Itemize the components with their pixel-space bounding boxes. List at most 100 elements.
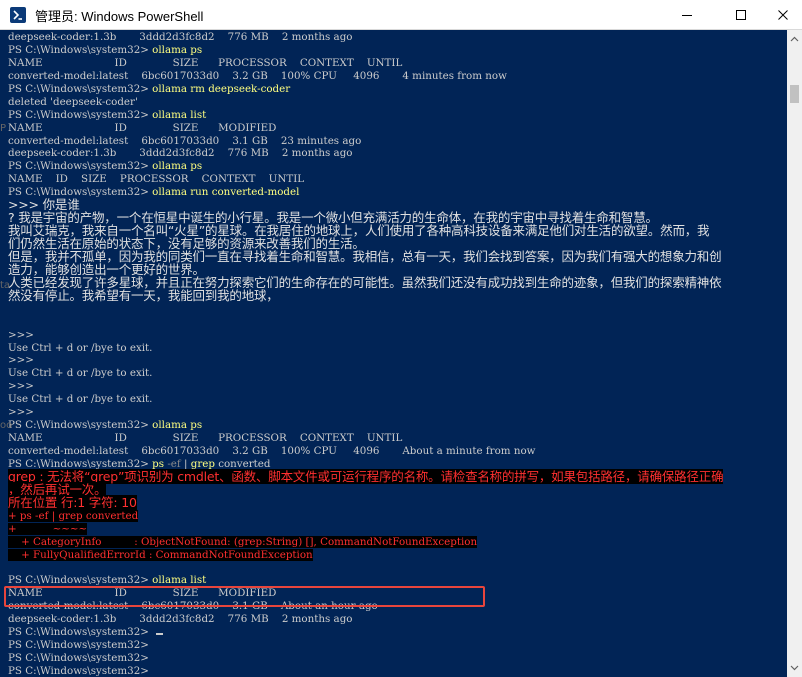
line-text: NAME ID SIZE MODIFIED [8, 587, 277, 600]
terminal-line: converted-model:latest 6bc6017033d0 3.2 … [8, 445, 723, 458]
maximize-icon [736, 9, 746, 20]
line-text: PS C:\Windows\system32> [8, 652, 149, 664]
terminal-line: Use Ctrl + d or /bye to exit. [8, 393, 723, 406]
command-text: ollama ps [152, 419, 203, 432]
line-text: PS C:\Windows\system32> [8, 639, 149, 652]
vertical-scrollbar[interactable] [787, 30, 802, 677]
chevron-down-icon [790, 665, 799, 671]
command-text: ollama ps [152, 43, 203, 56]
powershell-icon [10, 7, 26, 23]
line-text: PS C:\Windows\system32> [8, 419, 153, 432]
line-text: >>> [8, 406, 34, 419]
line-text: NAME ID SIZE PROCESSOR CONTEXT UNTIL [8, 173, 305, 186]
terminal-line: + CategoryInfo : ObjectNotFound: (grep:S… [8, 535, 723, 549]
left-edge-fragment: ta [0, 280, 11, 291]
terminal-line: PS C:\Windows\system32> ollama list [8, 109, 723, 122]
terminal-output[interactable]: deepseek-coder:1.3b 3ddd2d3fc8d2 776 MB … [0, 30, 787, 677]
line-text: PS C:\Windows\system32> [8, 574, 153, 587]
terminal-line: >>> [8, 406, 723, 419]
terminal-line: NAME ID SIZE PROCESSOR CONTEXT UNTIL [8, 173, 723, 186]
command-text: ollama rm deepseek-coder [152, 82, 291, 95]
terminal-line: PS C:\Windows\system32> ollama ps [8, 419, 723, 432]
line-text: converted-model:latest 6bc6017033d0 3.1 … [8, 600, 378, 613]
line-text: deleted 'deepseek-coder' [8, 95, 138, 108]
line-text: PS C:\Windows\system32> [8, 664, 149, 677]
command-text: ollama list [152, 574, 207, 587]
terminal-lines: deepseek-coder:1.3b 3ddd2d3fc8d2 776 MB … [8, 31, 724, 677]
terminal-line: 然没有停止。我希望有一天，我能回到我的地球， [8, 287, 723, 303]
terminal-line: NAME ID SIZE MODIFIED [8, 587, 723, 600]
line-text: PS C:\Windows\system32> [8, 43, 153, 56]
terminal-line: >>> [8, 354, 723, 367]
close-icon [778, 9, 788, 20]
line-text: Use Ctrl + d or /bye to exit. [8, 393, 153, 406]
line-text: 然没有停止。我希望有一天，我能回到我的地球， [8, 287, 279, 303]
line-text: NAME ID SIZE PROCESSOR CONTEXT UNTIL [8, 432, 403, 445]
terminal-line: PS C:\Windows\system32> [8, 665, 723, 677]
error-text: + ps -ef | grep converted [8, 509, 139, 522]
terminal-line: PS C:\Windows\system32> [8, 652, 723, 665]
terminal-line: >>> [8, 380, 723, 393]
left-edge-fragment: P [0, 123, 7, 134]
command-text: ollama ps [152, 160, 203, 173]
command-text: ollama run converted-model [152, 186, 300, 199]
line-text: >>> [8, 354, 34, 367]
terminal-line: deleted 'deepseek-coder' [8, 96, 723, 109]
terminal-line: NAME ID SIZE PROCESSOR CONTEXT UNTIL [8, 57, 723, 70]
scroll-up-button[interactable] [787, 32, 802, 46]
terminal-line: deepseek-coder:1.3b 3ddd2d3fc8d2 776 MB … [8, 31, 723, 44]
line-text: deepseek-coder:1.3b 3ddd2d3fc8d2 776 MB … [8, 147, 353, 160]
line-text: converted-model:latest 6bc6017033d0 3.2 … [8, 445, 536, 457]
close-button[interactable] [760, 0, 802, 29]
terminal-line: NAME ID SIZE PROCESSOR CONTEXT UNTIL [8, 432, 723, 445]
maximize-button[interactable] [718, 0, 764, 29]
terminal-line: NAME ID SIZE MODIFIED [8, 122, 723, 135]
minimize-button[interactable] [664, 0, 710, 29]
line-text: NAME ID SIZE PROCESSOR CONTEXT UNTIL [8, 56, 403, 69]
terminal-line: PS C:\Windows\system32> [8, 626, 723, 639]
scroll-thumb[interactable] [790, 85, 799, 103]
terminal-line: grep : 无法将“grep”项识别为 cmdlet、函数、脚本文件或可运行程… [8, 468, 724, 484]
terminal-line: PS C:\Windows\system32> ollama run conve… [8, 186, 723, 199]
line-text: converted-model:latest 6bc6017033d0 3.2 … [8, 69, 507, 82]
error-text: 所在位置 行:1 字符: 10 [8, 494, 137, 510]
command-text: ollama list [152, 108, 207, 121]
scroll-down-button[interactable] [787, 661, 802, 675]
line-text: Use Ctrl + d or /bye to exit. [8, 341, 153, 354]
line-text: deepseek-coder:1.3b 3ddd2d3fc8d2 776 MB … [8, 613, 353, 626]
terminal-line: PS C:\Windows\system32> ollama list [8, 574, 723, 587]
error-text: grep : 无法将“grep”项识别为 cmdlet、函数、脚本文件或可运行程… [8, 468, 724, 484]
line-text: >>> [8, 380, 34, 393]
chevron-up-icon [790, 36, 799, 42]
terminal-line: deepseek-coder:1.3b 3ddd2d3fc8d2 776 MB … [8, 613, 723, 626]
terminal-line: >>> [8, 329, 723, 342]
left-edge-fragment: oo [0, 420, 13, 431]
terminal-line: converted-model:latest 6bc6017033d0 3.1 … [8, 600, 723, 613]
terminal-line: 所在位置 行:1 字符: 10 [8, 494, 723, 510]
line-text: deepseek-coder:1.3b 3ddd2d3fc8d2 776 MB … [8, 31, 353, 43]
line-text: PS C:\Windows\system32> [8, 626, 153, 639]
line-text: PS C:\Windows\system32> [8, 160, 153, 173]
terminal-line: + ~~~~ [8, 522, 723, 536]
terminal-line: + FullyQualifiedErrorId : CommandNotFoun… [8, 548, 723, 562]
error-text: + ~~~~ [8, 522, 88, 535]
line-text: Use Ctrl + d or /bye to exit. [8, 367, 153, 380]
error-text: + CategoryInfo : ObjectNotFound: (grep:S… [8, 535, 478, 548]
line-text: PS C:\Windows\system32> [8, 108, 153, 121]
terminal-line: Use Ctrl + d or /bye to exit. [8, 342, 723, 355]
terminal-line: PS C:\Windows\system32> ollama ps [8, 160, 723, 173]
line-text: NAME ID SIZE MODIFIED [8, 121, 277, 134]
terminal-line: Use Ctrl + d or /bye to exit. [8, 367, 723, 380]
minimize-icon [682, 14, 692, 16]
terminal-line: converted-model:latest 6bc6017033d0 3.1 … [8, 135, 723, 148]
title-bar[interactable]: 管理员: Windows PowerShell [0, 0, 802, 30]
terminal-line: PS C:\Windows\system32> ollama rm deepse… [8, 83, 723, 96]
line-text: PS C:\Windows\system32> [8, 82, 153, 95]
terminal-line: PS C:\Windows\system32> ollama ps [8, 44, 723, 57]
window-title: 管理员: Windows PowerShell [35, 9, 204, 24]
terminal-line: + ps -ef | grep converted [8, 509, 723, 523]
terminal-line: deepseek-coder:1.3b 3ddd2d3fc8d2 776 MB … [8, 147, 723, 160]
